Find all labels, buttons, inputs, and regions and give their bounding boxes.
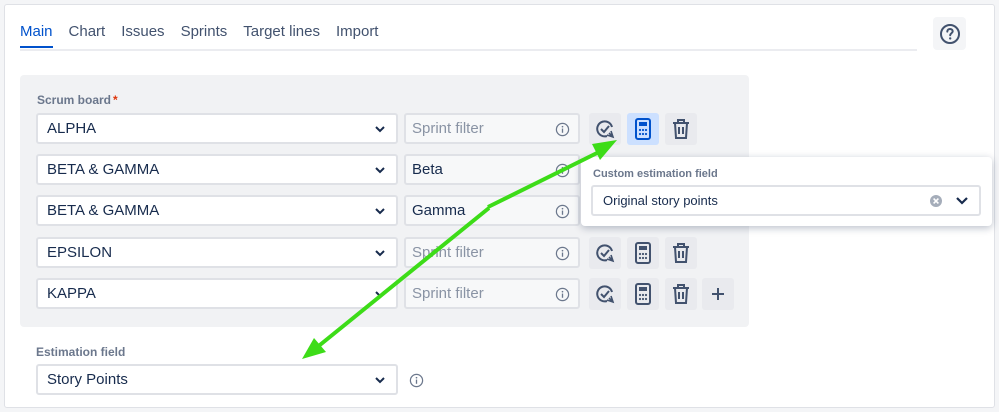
custom-estimation-popup: Custom estimation field Original story p… — [581, 157, 992, 226]
custom-estimation-label: Custom estimation field — [593, 168, 718, 180]
sprint-filter-input-2[interactable]: Beta — [404, 154, 580, 185]
trash-icon — [673, 284, 689, 304]
delete-button-5[interactable] — [665, 278, 697, 310]
estimation-field-select[interactable]: Story Points — [36, 364, 398, 395]
help-button[interactable] — [933, 17, 966, 50]
tab-divider — [20, 49, 917, 51]
scrum-board-select-4[interactable]: EPSILON — [36, 237, 398, 268]
app-window: Main Chart Issues Sprints Target lines I… — [4, 4, 995, 408]
chevron-down-icon — [375, 126, 385, 133]
info-icon — [555, 122, 570, 137]
calculator-button-5[interactable] — [627, 278, 659, 310]
info-icon — [409, 373, 424, 388]
tab-main[interactable]: Main — [20, 23, 53, 48]
sprint-filter-input-4[interactable]: Sprint filter — [404, 237, 580, 268]
check-refresh-icon — [596, 120, 615, 139]
custom-estimation-value: Original story points — [603, 193, 718, 208]
clear-icon[interactable] — [929, 194, 943, 208]
custom-estimation-select[interactable]: Original story points — [591, 185, 981, 216]
info-icon — [555, 246, 570, 261]
calculator-icon — [635, 283, 651, 305]
tab-issues[interactable]: Issues — [121, 23, 164, 48]
calculator-button-4[interactable] — [627, 237, 659, 269]
chevron-down-icon — [375, 208, 385, 215]
calculator-icon — [635, 242, 651, 264]
scrum-board-select-3[interactable]: BETA & GAMMA — [36, 195, 398, 226]
check-refresh-icon — [596, 285, 615, 304]
info-icon — [555, 204, 570, 219]
scrum-board-select-5[interactable]: KAPPA — [36, 278, 398, 309]
sprint-filter-input-5[interactable]: Sprint filter — [404, 278, 580, 309]
plus-icon — [712, 288, 724, 300]
sprint-filter-input-1[interactable]: Sprint filter — [404, 113, 580, 144]
add-board-button[interactable] — [702, 278, 734, 310]
tab-target-lines[interactable]: Target lines — [243, 23, 320, 48]
tab-chart[interactable]: Chart — [69, 23, 106, 48]
calculator-icon — [635, 118, 651, 140]
help-icon — [939, 23, 960, 44]
chevron-down-icon — [375, 250, 385, 257]
trash-icon — [673, 243, 689, 263]
tab-sprints[interactable]: Sprints — [181, 23, 228, 48]
info-icon — [555, 287, 570, 302]
scrum-board-label: Scrum board * — [37, 93, 118, 107]
chevron-down-icon[interactable] — [955, 196, 969, 206]
sprint-check-button-4[interactable] — [589, 237, 621, 269]
delete-button-4[interactable] — [665, 237, 697, 269]
trash-icon — [673, 119, 689, 139]
calculator-button-1[interactable] — [627, 113, 659, 145]
info-icon — [555, 163, 570, 178]
check-refresh-icon — [596, 244, 615, 263]
delete-button-1[interactable] — [665, 113, 697, 145]
tab-import[interactable]: Import — [336, 23, 379, 48]
chevron-down-icon — [375, 291, 385, 298]
scrum-board-select-1[interactable]: ALPHA — [36, 113, 398, 144]
estimation-field-label: Estimation field — [36, 345, 126, 359]
sprint-check-button-5[interactable] — [589, 278, 621, 310]
sprint-filter-input-3[interactable]: Gamma — [404, 195, 580, 226]
sprint-check-button-1[interactable] — [589, 113, 621, 145]
chevron-down-icon — [375, 377, 385, 384]
tab-bar: Main Chart Issues Sprints Target lines I… — [20, 23, 378, 48]
scrum-board-select-2[interactable]: BETA & GAMMA — [36, 154, 398, 185]
chevron-down-icon — [375, 167, 385, 174]
